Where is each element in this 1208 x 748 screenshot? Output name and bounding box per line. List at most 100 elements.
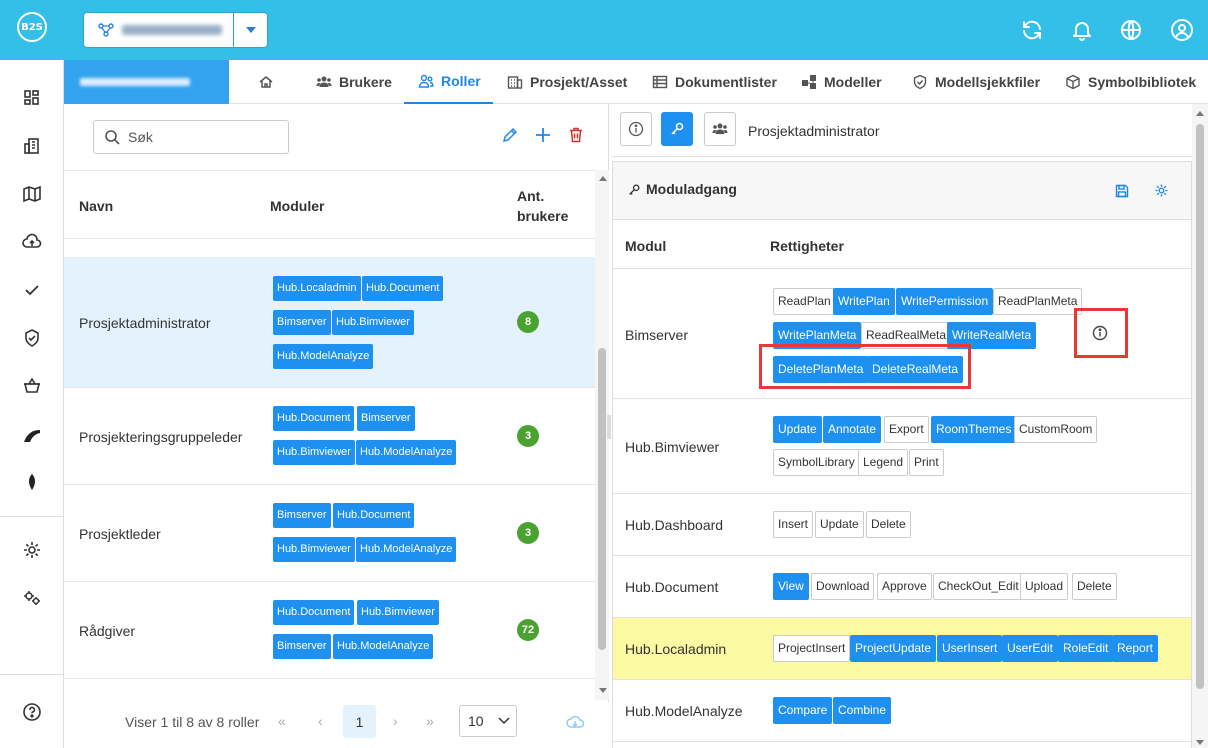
- permission-toggle[interactable]: CheckOut_Edit: [933, 573, 1024, 600]
- permission-toggle[interactable]: View: [773, 573, 809, 600]
- add-icon[interactable]: [534, 126, 552, 144]
- column-header-rights: Rettigheter: [770, 238, 844, 254]
- column-header-name[interactable]: Navn: [79, 198, 113, 214]
- scroll-up-arrow[interactable]: [599, 176, 607, 181]
- info-icon[interactable]: [1092, 325, 1108, 341]
- permission-toggle[interactable]: Annotate: [823, 416, 882, 443]
- card-header: Moduladgang: [613, 162, 1191, 220]
- gears-icon[interactable]: [22, 588, 42, 608]
- cloud-upload-icon[interactable]: [22, 232, 42, 252]
- permission-toggle[interactable]: Download: [811, 573, 875, 600]
- table-row[interactable]: Prosjekteringsgruppeleder Hub.Document B…: [64, 388, 595, 485]
- permission-toggle[interactable]: Print: [909, 449, 944, 476]
- permission-toggle[interactable]: ProjectInsert: [773, 635, 851, 662]
- dashboard-icon[interactable]: [22, 88, 42, 108]
- tab-dokumentlister[interactable]: Dokumentlister: [652, 60, 777, 104]
- permission-toggle[interactable]: Legend: [858, 449, 909, 476]
- users-button[interactable]: [704, 112, 736, 146]
- chevron-down-icon[interactable]: [246, 27, 256, 33]
- first-page-icon[interactable]: «: [278, 713, 286, 729]
- globe-icon[interactable]: [1119, 18, 1143, 42]
- check-icon[interactable]: [22, 280, 42, 300]
- module-badge: Hub.Document: [362, 276, 444, 301]
- basket-icon[interactable]: [22, 376, 42, 396]
- permission-toggle[interactable]: WritePermission: [896, 288, 994, 315]
- permission-toggle[interactable]: ReadPlan: [773, 288, 836, 315]
- scroll-down-arrow[interactable]: [599, 688, 607, 693]
- map-icon[interactable]: [22, 184, 42, 204]
- save-icon[interactable]: [1115, 184, 1129, 198]
- info-button[interactable]: [620, 112, 652, 146]
- permission-toggle[interactable]: WritePlan: [833, 288, 895, 315]
- permission-toggle[interactable]: Combine: [833, 697, 892, 724]
- roles-table-header: Navn Moduler Ant. brukere: [64, 170, 595, 239]
- permission-toggle[interactable]: Delete: [1072, 573, 1117, 600]
- module-row-localadmin: Hub.Localadmin ProjectInsert ProjectUpda…: [613, 618, 1191, 680]
- delete-icon[interactable]: [567, 126, 585, 144]
- current-page-button[interactable]: 1: [343, 705, 376, 738]
- leaf-icon[interactable]: [22, 472, 42, 492]
- table-row[interactable]: Rådgiver Hub.Document Hub.Bimviewer Bims…: [64, 582, 595, 679]
- b2s-logo[interactable]: B2S: [17, 12, 47, 42]
- user-account-icon[interactable]: [1170, 18, 1194, 42]
- permission-toggle[interactable]: UserInsert: [937, 635, 1003, 662]
- page-size-select[interactable]: 10: [459, 705, 517, 737]
- previous-page-icon[interactable]: ‹: [318, 713, 323, 729]
- permission-toggle[interactable]: Update: [773, 416, 822, 443]
- scrollbar-thumb[interactable]: [1196, 124, 1204, 689]
- help-icon[interactable]: [22, 702, 42, 722]
- permission-toggle[interactable]: ProjectUpdate: [850, 635, 937, 662]
- permission-toggle[interactable]: SymbolLibrary: [773, 449, 860, 476]
- tab-modellsjekkfiler[interactable]: Modellsjekkfiler: [912, 60, 1040, 104]
- search-input[interactable]: Søk: [93, 120, 289, 154]
- permission-toggle[interactable]: CustomRoom: [1014, 416, 1098, 443]
- tab-brukere[interactable]: Brukere: [316, 60, 392, 104]
- tab-roller[interactable]: Roller: [404, 60, 493, 104]
- role-name: Prosjekteringsgruppeleder: [79, 429, 243, 445]
- detail-scrollbar[interactable]: [1192, 104, 1208, 748]
- building-icon[interactable]: [22, 136, 42, 156]
- search-icon: [105, 130, 120, 145]
- permission-toggle[interactable]: Approve: [877, 573, 932, 600]
- next-page-icon[interactable]: ›: [393, 713, 398, 729]
- scrollbar-thumb[interactable]: [598, 348, 606, 650]
- project-selector[interactable]: [84, 13, 267, 47]
- permission-toggle[interactable]: UserEdit: [1002, 635, 1059, 662]
- permission-toggle[interactable]: Insert: [773, 511, 814, 538]
- permission-toggle[interactable]: Compare: [773, 697, 833, 724]
- shield-check-icon[interactable]: [22, 328, 42, 348]
- permission-toggle[interactable]: RoleEdit: [1058, 635, 1114, 662]
- panel-splitter[interactable]: [607, 415, 611, 439]
- permission-toggle[interactable]: Export: [884, 416, 929, 443]
- module-row-document: Hub.Document View Download Approve Check…: [613, 556, 1191, 618]
- cube-icon: [1066, 74, 1080, 90]
- role-name: Prosjektadministrator: [79, 315, 211, 331]
- brand-swoosh-icon[interactable]: [22, 426, 42, 446]
- permission-toggle[interactable]: Upload: [1020, 573, 1069, 600]
- refresh-icon[interactable]: [1020, 18, 1044, 42]
- cloud-download-icon[interactable]: [566, 714, 584, 730]
- tab-prosjekt-asset[interactable]: Prosjekt/Asset: [507, 60, 627, 104]
- bell-icon[interactable]: [1070, 18, 1094, 42]
- scroll-down-arrow[interactable]: [1196, 740, 1204, 745]
- column-header-count[interactable]: Ant. brukere: [517, 188, 568, 224]
- tab-modeller[interactable]: Modeller: [801, 60, 882, 104]
- tab-home[interactable]: [258, 60, 274, 104]
- settings-icon[interactable]: [22, 540, 42, 560]
- permission-toggle[interactable]: ReadPlanMeta: [993, 288, 1083, 315]
- last-page-icon[interactable]: »: [426, 713, 434, 729]
- table-row[interactable]: Prosjektadministrator Hub.Localadmin Hub…: [64, 257, 595, 388]
- permission-toggle[interactable]: RoomThemes: [931, 416, 1017, 443]
- permission-toggle[interactable]: Delete: [866, 511, 911, 538]
- column-header-modules[interactable]: Moduler: [270, 198, 324, 214]
- chevron-down-icon: [498, 717, 510, 725]
- company-selector[interactable]: [64, 60, 229, 104]
- permission-toggle[interactable]: Update: [815, 511, 864, 538]
- tab-symbolbibliotek[interactable]: Symbolbibliotek: [1065, 60, 1196, 104]
- edit-icon[interactable]: [501, 126, 519, 144]
- permission-toggle[interactable]: Report: [1112, 635, 1159, 662]
- table-row[interactable]: Prosjektleder Bimserver Hub.Document Hub…: [64, 485, 595, 582]
- settings-icon[interactable]: [1154, 183, 1169, 198]
- scroll-up-arrow[interactable]: [1196, 111, 1204, 116]
- access-button[interactable]: [661, 112, 693, 146]
